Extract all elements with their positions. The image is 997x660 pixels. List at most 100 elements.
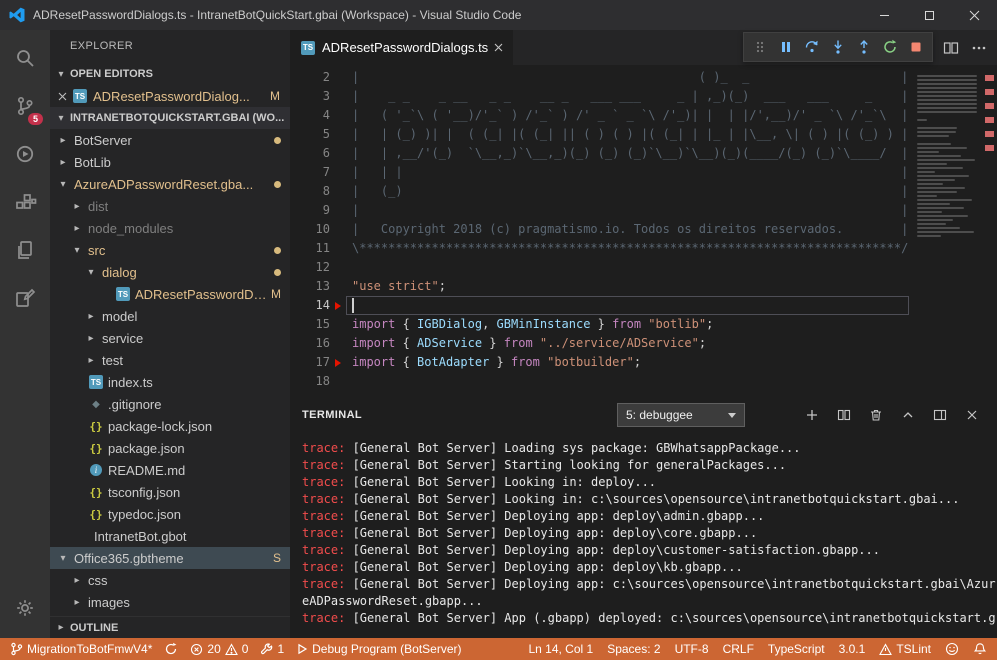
close-panel-icon[interactable] — [959, 402, 985, 428]
breakpoint-gutter[interactable] — [330, 277, 346, 296]
tree-item-css[interactable]: ▸css — [50, 569, 290, 591]
breakpoint-gutter[interactable] — [330, 353, 346, 372]
tslint-item[interactable]: TSLint — [879, 642, 931, 656]
breakpoint-gutter[interactable] — [330, 182, 346, 201]
feedback-smiley-icon[interactable] — [945, 642, 959, 656]
sync-item[interactable] — [164, 642, 178, 656]
kill-terminal-icon[interactable] — [863, 402, 889, 428]
open-editor-item[interactable]: TS ADResetPasswordDialog... M — [50, 85, 290, 107]
debug-step-over-button[interactable] — [799, 33, 825, 61]
debug-drag-handle[interactable] — [747, 33, 773, 61]
tree-item-botserver[interactable]: ▸BotServer — [50, 129, 290, 151]
source-control-icon[interactable]: 5 — [0, 82, 50, 130]
tree-item-gitignore[interactable]: ◆.gitignore — [50, 393, 290, 415]
line-number[interactable]: 4 — [290, 106, 330, 125]
extensions-icon[interactable] — [0, 178, 50, 226]
tree-item-model[interactable]: ▸model — [50, 305, 290, 327]
split-editor-icon[interactable] — [943, 40, 959, 56]
open-editors-header[interactable]: ▾ OPEN EDITORS — [50, 63, 290, 85]
breakpoint-gutter[interactable] — [330, 239, 346, 258]
maximize-button[interactable] — [907, 0, 952, 30]
tree-item-botlib[interactable]: ▸BotLib — [50, 151, 290, 173]
tasks-item[interactable]: 1 — [260, 642, 284, 656]
breakpoint-gutter[interactable] — [330, 144, 346, 163]
tree-item-service[interactable]: ▸service — [50, 327, 290, 349]
line-number[interactable]: 9 — [290, 201, 330, 220]
tab-adresetpassworddialogs[interactable]: TS ADResetPasswordDialogs.ts — [290, 30, 513, 65]
close-button[interactable] — [952, 0, 997, 30]
line-number[interactable]: 18 — [290, 372, 330, 391]
code-line-13[interactable]: 13"use strict"; — [290, 277, 911, 296]
breakpoint-gutter[interactable] — [330, 163, 346, 182]
line-number[interactable]: 12 — [290, 258, 330, 277]
tree-item-dialog[interactable]: ▾dialog — [50, 261, 290, 283]
code-line-11[interactable]: 11\*************************************… — [290, 239, 911, 258]
tree-item-azureadpasswordreset-gba[interactable]: ▾AzureADPasswordReset.gba... — [50, 173, 290, 195]
code-line-7[interactable]: 7| | | | — [290, 163, 911, 182]
code-line-14[interactable]: 14 — [290, 296, 911, 315]
line-number[interactable]: 10 — [290, 220, 330, 239]
debug-restart-button[interactable] — [877, 33, 903, 61]
breakpoint-gutter[interactable] — [330, 68, 346, 87]
debug-stop-button[interactable] — [903, 33, 929, 61]
line-number[interactable]: 13 — [290, 277, 330, 296]
breakpoint-gutter[interactable] — [330, 201, 346, 220]
tree-item-src[interactable]: ▾src — [50, 239, 290, 261]
code-line-9[interactable]: 9| | — [290, 201, 911, 220]
breakpoint-gutter[interactable] — [330, 334, 346, 353]
ts-version-item[interactable]: 3.0.1 — [839, 642, 866, 656]
code-line-10[interactable]: 10| Copyright 2018 (c) pragmatismo.io. T… — [290, 220, 911, 239]
line-number[interactable]: 2 — [290, 68, 330, 87]
tree-item-adresetpassworddial[interactable]: TSADResetPasswordDial...M — [50, 283, 290, 305]
tree-item-readme-md[interactable]: iREADME.md — [50, 459, 290, 481]
code-line-12[interactable]: 12 — [290, 258, 911, 277]
breakpoint-gutter[interactable] — [330, 258, 346, 277]
breakpoint-gutter[interactable] — [330, 106, 346, 125]
code-line-18[interactable]: 18 — [290, 372, 911, 391]
eol-item[interactable]: CRLF — [723, 642, 754, 656]
overview-ruler[interactable] — [983, 65, 997, 398]
line-number[interactable]: 8 — [290, 182, 330, 201]
breakpoint-gutter[interactable] — [330, 125, 346, 144]
workspace-section-header[interactable]: ▾ INTRANETBOTQUICKSTART.GBAI (WO... — [50, 107, 290, 129]
close-editor-icon[interactable] — [58, 92, 67, 101]
code-editor[interactable]: 2| ( )_ _ |3| _ _ _ __ _ _ __ _ ___ ___ … — [290, 65, 911, 398]
debug-pause-button[interactable] — [773, 33, 799, 61]
git-branch-item[interactable]: MigrationToBotFmwV4* — [10, 642, 152, 656]
minimize-button[interactable] — [862, 0, 907, 30]
breakpoint-gutter[interactable] — [330, 296, 346, 315]
terminal-instance-select[interactable]: 5: debuggee — [617, 403, 745, 427]
debug-step-into-button[interactable] — [825, 33, 851, 61]
notifications-bell-icon[interactable] — [973, 642, 987, 656]
settings-gear-icon[interactable] — [0, 584, 50, 632]
tree-item-tsconfig-json[interactable]: {}tsconfig.json — [50, 481, 290, 503]
tree-item-office365-gbtheme[interactable]: ▾Office365.gbthemeS — [50, 547, 290, 569]
problems-item[interactable]: 20 0 — [190, 642, 248, 656]
debug-program-item[interactable]: Debug Program (BotServer) — [296, 642, 461, 656]
breakpoint-gutter[interactable] — [330, 315, 346, 334]
minimap[interactable] — [911, 65, 983, 398]
cursor-position-item[interactable]: Ln 14, Col 1 — [528, 642, 593, 656]
split-terminal-icon[interactable] — [831, 402, 857, 428]
search-icon[interactable] — [0, 34, 50, 82]
documents-icon[interactable] — [0, 226, 50, 274]
code-line-5[interactable]: 5| | (_) )| | ( (_| |( (_| || ( ) ( ) |(… — [290, 125, 911, 144]
line-number[interactable]: 5 — [290, 125, 330, 144]
code-line-4[interactable]: 4| ( '_`\ ( '__)/'_` ) /'_` ) /' _ ` _ `… — [290, 106, 911, 125]
more-actions-icon[interactable] — [971, 40, 987, 56]
new-terminal-icon[interactable] — [799, 402, 825, 428]
panel-layout-icon[interactable] — [927, 402, 953, 428]
code-line-17[interactable]: 17import { BotAdapter } from "botbuilder… — [290, 353, 911, 372]
close-tab-icon[interactable] — [494, 43, 503, 52]
line-number[interactable]: 17 — [290, 353, 330, 372]
code-line-2[interactable]: 2| ( )_ _ | — [290, 68, 911, 87]
code-line-8[interactable]: 8| (_) | — [290, 182, 911, 201]
debug-step-out-button[interactable] — [851, 33, 877, 61]
tree-item-index-ts[interactable]: TSindex.ts — [50, 371, 290, 393]
maximize-panel-icon[interactable] — [895, 402, 921, 428]
outline-section-header[interactable]: ▸ OUTLINE — [50, 616, 290, 638]
line-number[interactable]: 16 — [290, 334, 330, 353]
code-line-16[interactable]: 16import { ADService } from "../service/… — [290, 334, 911, 353]
encoding-item[interactable]: UTF-8 — [675, 642, 709, 656]
tree-item-images[interactable]: ▸images — [50, 591, 290, 613]
